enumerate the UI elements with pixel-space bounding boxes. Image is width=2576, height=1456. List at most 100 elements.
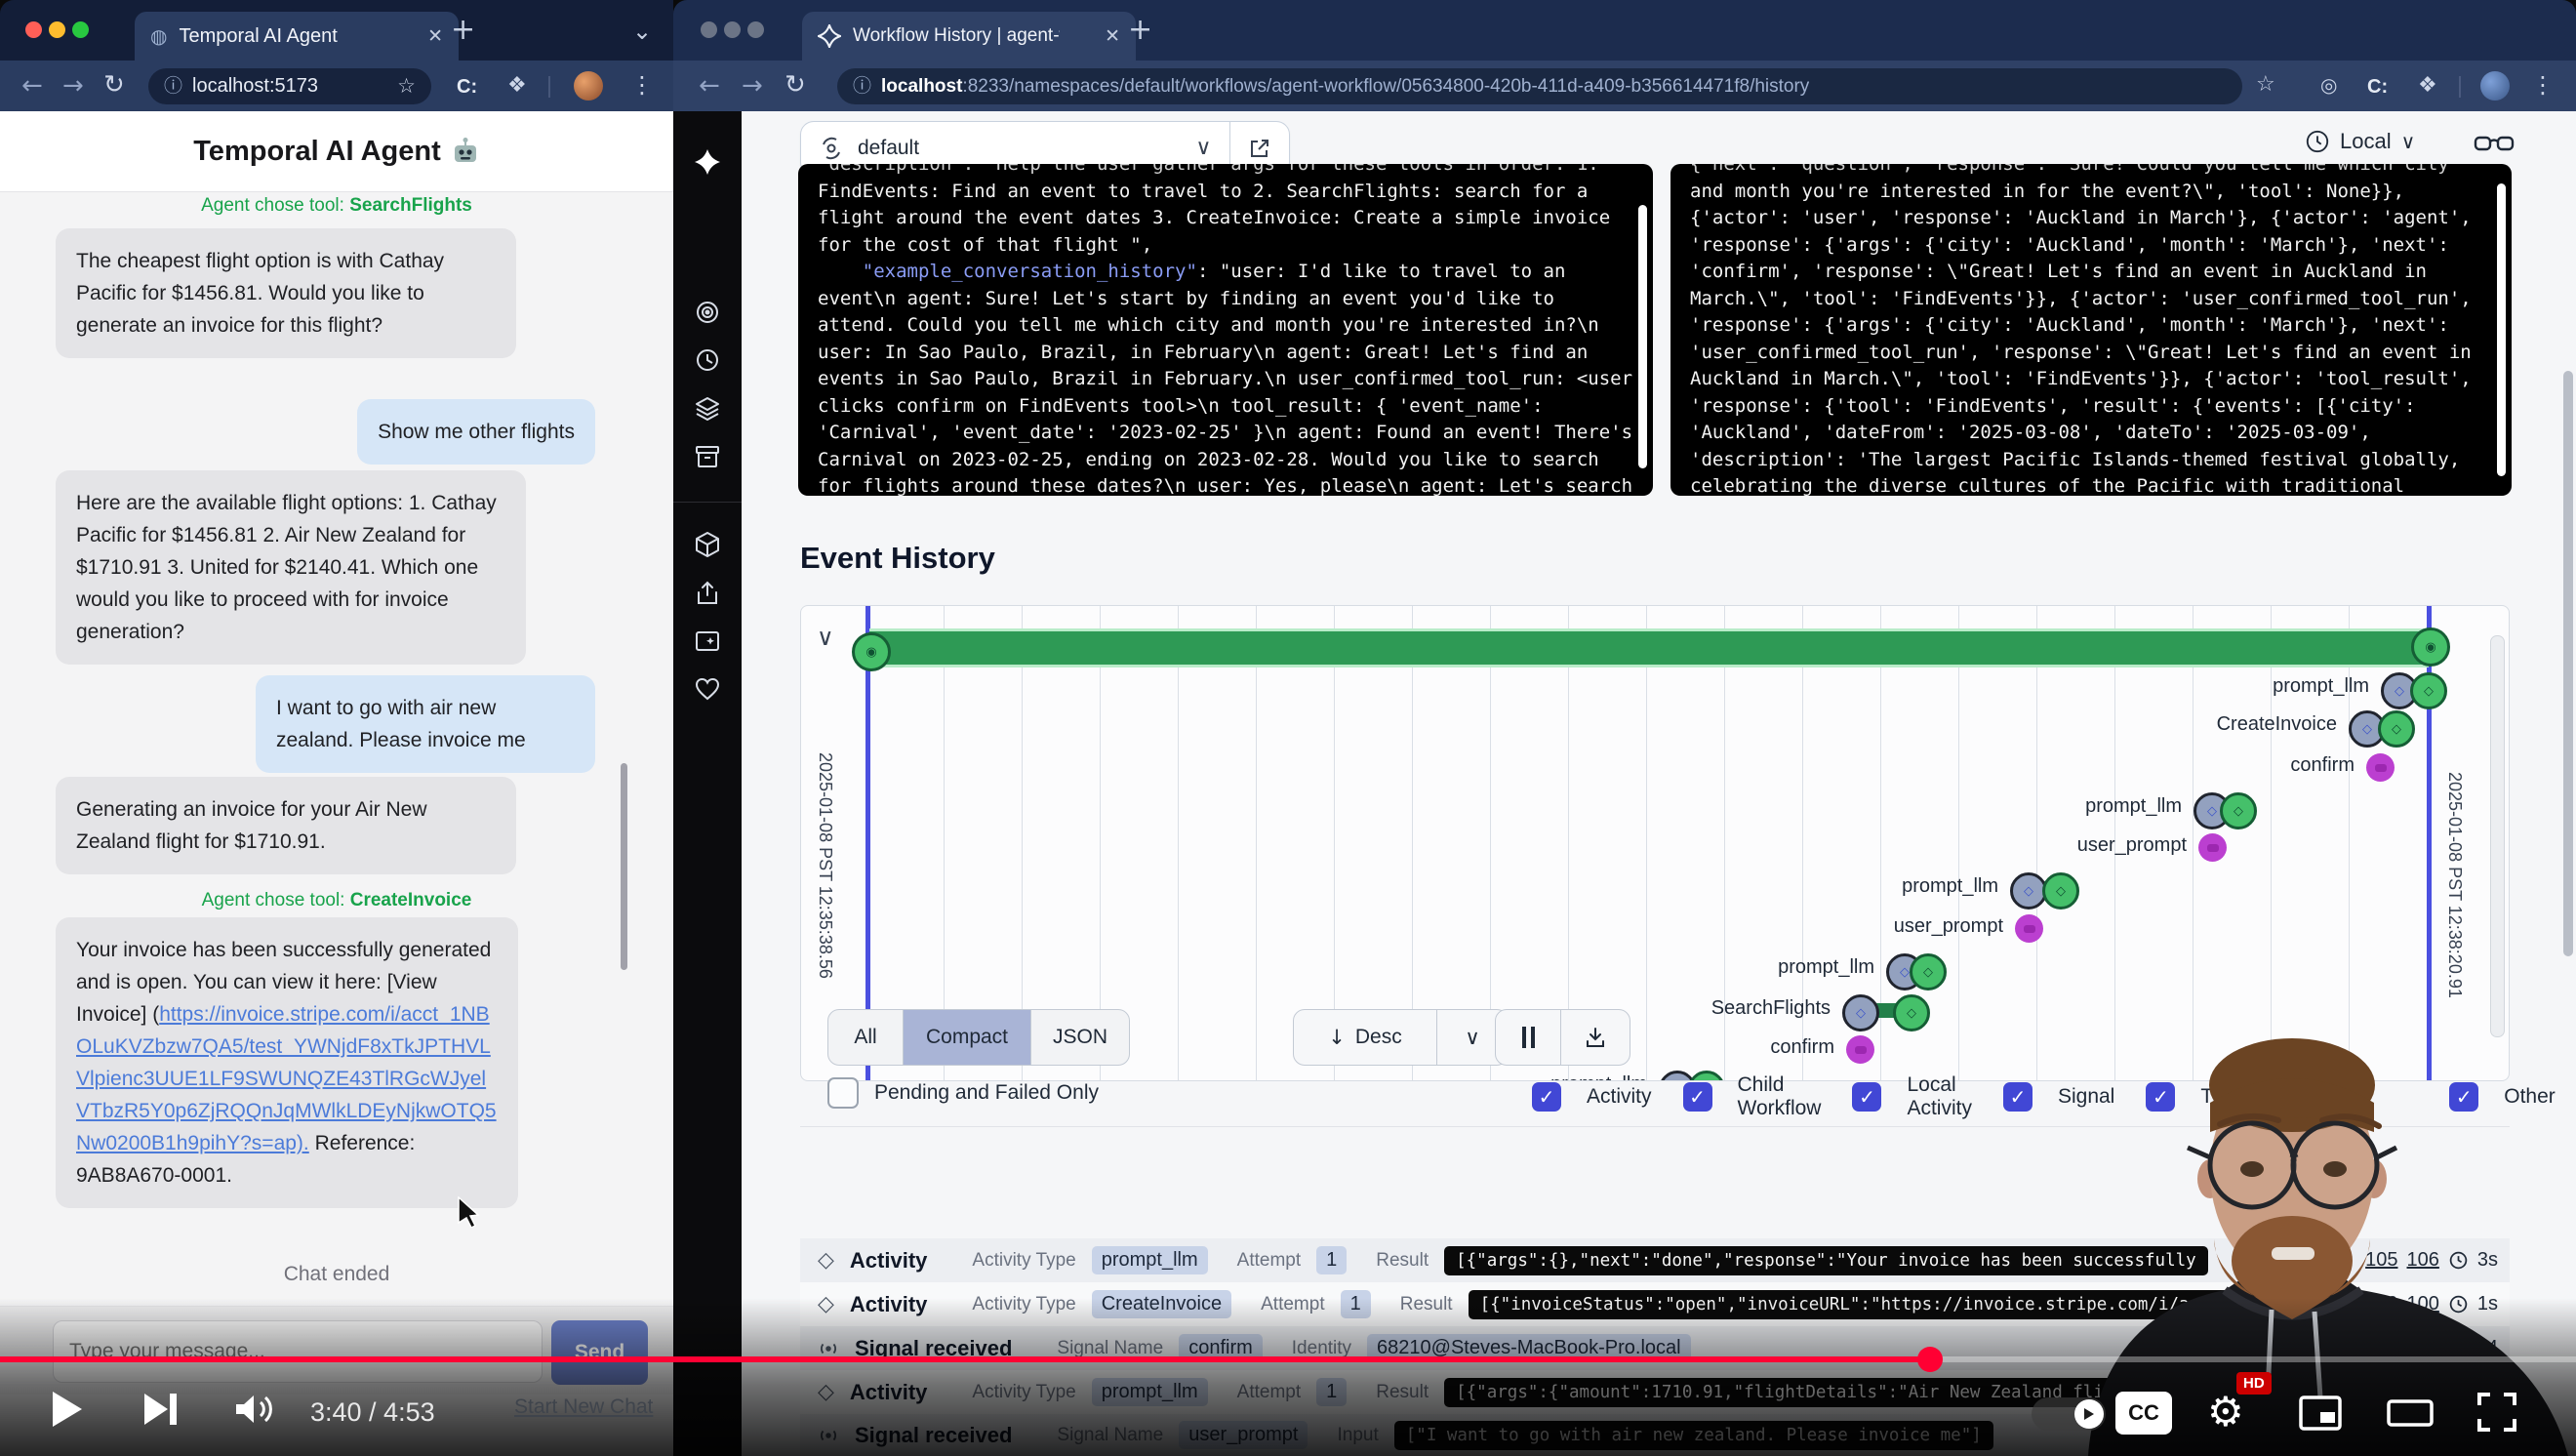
workflows-eye-icon[interactable]: [694, 299, 721, 326]
activity-diamond-icon: ◇: [818, 1250, 834, 1272]
captions-button[interactable]: CC: [2115, 1392, 2172, 1435]
right-tabstrip: Workflow History | agent-wor ✕ +: [673, 0, 2576, 61]
activity-scheduled-marker[interactable]: ◇: [1842, 994, 1879, 1031]
zoom-window-button[interactable]: [747, 21, 764, 38]
forward-icon[interactable]: →: [62, 73, 84, 99]
miniplayer-button[interactable]: [2299, 1395, 2342, 1431]
address-bar[interactable]: ⓘ localhost:8233/namespaces/default/work…: [837, 68, 2242, 104]
play-button[interactable]: [51, 1390, 84, 1429]
pending-failed-filter[interactable]: Pending and Failed Only: [827, 1077, 1099, 1109]
chat-scrollbar[interactable]: [621, 763, 627, 970]
namespace-cube-icon[interactable]: [694, 531, 721, 558]
extension-circle-icon[interactable]: ◎: [2320, 75, 2337, 95]
tab-close-icon[interactable]: ✕: [427, 27, 443, 46]
video-frame: ◍ Temporal AI Agent ✕ + ⌄ ← → ↻ ⓘ localh…: [0, 0, 2576, 1456]
signal-marker[interactable]: [1846, 1035, 1874, 1064]
avatar[interactable]: [2480, 71, 2510, 101]
signal-marker[interactable]: [2015, 914, 2043, 943]
activity-completed-marker[interactable]: ◇: [2220, 792, 2257, 829]
address-bar[interactable]: ⓘ localhost:5173 ☆: [148, 68, 431, 104]
timezone-select[interactable]: Local ∨: [2305, 129, 2415, 154]
agent-message: The cheapest flight option is with Catha…: [56, 228, 516, 358]
external-link-icon[interactable]: [1248, 137, 1271, 160]
menu-dots-icon[interactable]: ⋮: [630, 73, 654, 97]
back-icon[interactable]: ←: [21, 73, 43, 99]
agent-message-invoice: Your invoice has been successfully gener…: [56, 917, 518, 1208]
activity-completed-marker[interactable]: ◇: [1893, 994, 1930, 1031]
page-scrollbar[interactable]: [2563, 371, 2573, 956]
extensions-puzzle-icon[interactable]: ❖: [2418, 75, 2437, 97]
browser-tab[interactable]: ◍ Temporal AI Agent ✕: [135, 12, 459, 61]
new-tab-button[interactable]: +: [451, 16, 475, 45]
timeline-event-label: CreateInvoice: [2217, 713, 2337, 736]
share-upload-icon[interactable]: [694, 580, 721, 607]
activity-completed-marker[interactable]: ◇: [2378, 710, 2415, 748]
video-progress-played[interactable]: [0, 1356, 1930, 1362]
activity-completed-marker[interactable]: ◇: [2410, 672, 2447, 709]
checkbox-checked[interactable]: ✓: [1683, 1082, 1712, 1112]
volume-button[interactable]: [234, 1392, 277, 1427]
panel-scrollbar[interactable]: [1638, 205, 1647, 468]
bookmark-star-icon[interactable]: ☆: [2256, 74, 2275, 96]
new-tab-button[interactable]: +: [1128, 16, 1152, 45]
schedules-clock-icon[interactable]: [694, 346, 721, 374]
theater-mode-button[interactable]: [2387, 1399, 2434, 1427]
toolbar-divider: [548, 76, 550, 98]
checkbox-checked[interactable]: ✓: [1532, 1082, 1561, 1112]
reload-icon[interactable]: ↻: [785, 72, 806, 98]
download-button[interactable]: [1561, 1010, 1630, 1065]
pause-button[interactable]: [1496, 1010, 1561, 1065]
avatar[interactable]: [574, 71, 603, 101]
hd-badge: HD: [2236, 1372, 2272, 1395]
minimize-window-button[interactable]: [724, 21, 741, 38]
tab-search-chevron-icon[interactable]: ⌄: [632, 20, 652, 43]
minimize-window-button[interactable]: [49, 21, 65, 38]
feedback-image-icon[interactable]: [694, 627, 721, 655]
payload-panel-left[interactable]: 'description': 'Help the user gather arg…: [798, 164, 1653, 496]
menu-dots-icon[interactable]: ⋮: [2531, 73, 2555, 97]
site-info-icon[interactable]: ⓘ: [853, 77, 871, 96]
back-icon[interactable]: ←: [699, 73, 720, 99]
fullscreen-button[interactable]: [2476, 1392, 2517, 1433]
extensions-puzzle-icon[interactable]: ❖: [507, 75, 527, 97]
timeline-scrollbar[interactable]: [2490, 635, 2505, 1037]
invoice-link[interactable]: https://invoice.stripe.com/i/acct_1NBOLu…: [76, 1003, 497, 1154]
signal-marker[interactable]: [2198, 833, 2227, 862]
settings-gear-icon[interactable]: ⚙: [2207, 1392, 2244, 1433]
data-encoder-glasses-icon[interactable]: [2474, 131, 2515, 156]
layers-icon[interactable]: [694, 394, 721, 422]
next-button[interactable]: [144, 1394, 178, 1425]
checkbox-checked[interactable]: ✓: [1852, 1082, 1881, 1112]
checkbox-unchecked[interactable]: [827, 1077, 859, 1109]
video-scrubber-handle[interactable]: [1917, 1347, 1943, 1372]
timeline-event-label: user_prompt: [1894, 915, 2003, 938]
forward-icon[interactable]: →: [742, 73, 763, 99]
panel-scrollbar[interactable]: [2497, 183, 2506, 476]
start-new-chat-link[interactable]: Start New Chat: [514, 1395, 653, 1419]
browser-tab[interactable]: Workflow History | agent-wor ✕: [802, 12, 1136, 61]
clock-icon: [2305, 129, 2330, 154]
temporal-logo-icon[interactable]: [694, 148, 721, 176]
view-json-button[interactable]: JSON: [1031, 1010, 1129, 1065]
autoplay-toggle[interactable]: [2032, 1397, 2106, 1431]
activity-completed-marker[interactable]: ◇: [2042, 872, 2079, 910]
checkbox-checked[interactable]: ✓: [2003, 1082, 2033, 1112]
close-window-button[interactable]: [701, 21, 717, 38]
zoom-window-button[interactable]: [72, 21, 89, 38]
signal-marker[interactable]: [2366, 753, 2395, 782]
payload-panel-right[interactable]: {'next': 'question', 'response': "Sure! …: [1670, 164, 2512, 496]
activity-completed-marker[interactable]: ◇: [1910, 953, 1947, 991]
archive-box-icon[interactable]: [694, 443, 721, 470]
view-all-button[interactable]: All: [828, 1010, 904, 1065]
heart-icon[interactable]: [694, 675, 721, 703]
close-window-button[interactable]: [25, 21, 42, 38]
bookmark-star-icon[interactable]: ☆: [397, 76, 416, 97]
extension-c-icon[interactable]: C:: [2367, 76, 2388, 99]
tab-close-icon[interactable]: ✕: [1105, 27, 1120, 46]
site-info-icon[interactable]: ⓘ: [164, 77, 182, 96]
autoplay-play-icon: [2083, 1407, 2095, 1421]
view-compact-button[interactable]: Compact: [904, 1010, 1031, 1065]
extension-c-icon[interactable]: C:: [457, 76, 477, 99]
reload-icon[interactable]: ↻: [103, 72, 125, 98]
sort-desc-button[interactable]: ↓Desc: [1294, 1010, 1437, 1065]
